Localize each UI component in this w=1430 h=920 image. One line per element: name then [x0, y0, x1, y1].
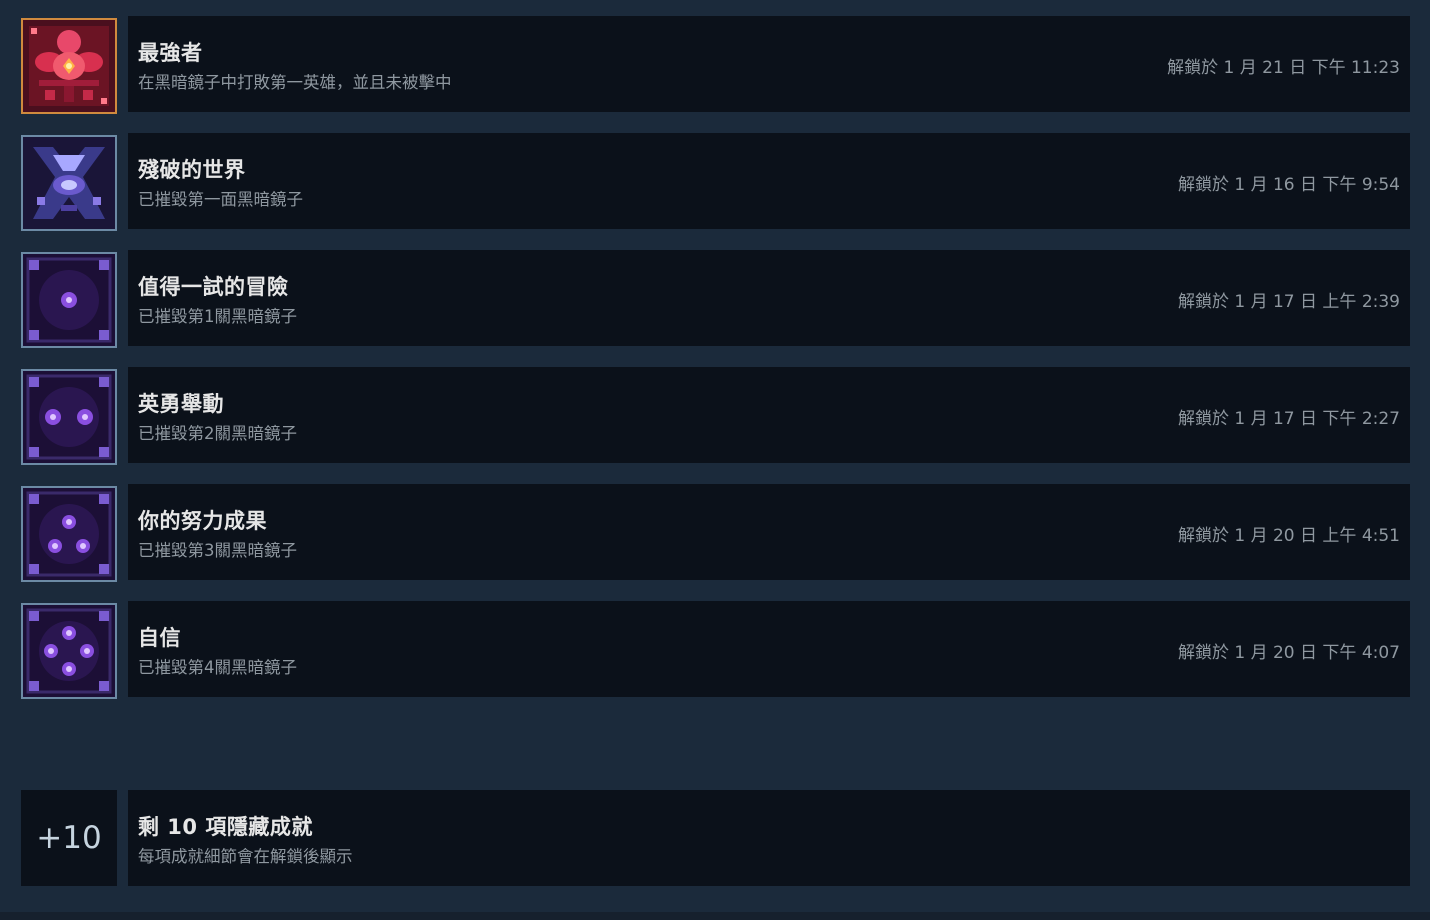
hidden-achievements-row[interactable]: +10 剩 10 項隱藏成就 每項成就細節會在解鎖後顯示 [21, 790, 1410, 886]
achievement-description: 已摧毀第4關黑暗鏡子 [138, 658, 297, 677]
achievement-title: 最強者 [138, 41, 203, 65]
achievement-row[interactable]: 值得一試的冒險 已摧毀第1關黑暗鏡子 解鎖於 1 月 17 日 上午 2:39 [21, 250, 1410, 348]
achievement-content: 值得一試的冒險 已摧毀第1關黑暗鏡子 解鎖於 1 月 17 日 上午 2:39 [128, 250, 1410, 346]
hidden-achievements-content: 剩 10 項隱藏成就 每項成就細節會在解鎖後顯示 [128, 790, 1410, 886]
achievement-row[interactable]: 最強者 在黑暗鏡子中打敗第一英雄，並且未被擊中 解鎖於 1 月 21 日 下午 … [21, 16, 1410, 114]
unlock-date: 解鎖於 1 月 21 日 下午 11:23 [1167, 58, 1400, 78]
achievement-row[interactable]: 殘破的世界 已摧毀第一面黑暗鏡子 解鎖於 1 月 16 日 下午 9:54 [21, 133, 1410, 231]
achievement-description: 已摧毀第一面黑暗鏡子 [138, 190, 303, 209]
achievement-title: 值得一試的冒險 [138, 275, 289, 299]
unlock-date: 解鎖於 1 月 20 日 下午 4:07 [1177, 643, 1400, 663]
achievement-content: 自信 已摧毀第4關黑暗鏡子 解鎖於 1 月 20 日 下午 4:07 [128, 601, 1410, 697]
achievements-panel: 最強者 在黑暗鏡子中打敗第一英雄，並且未被擊中 解鎖於 1 月 21 日 下午 … [0, 0, 1430, 912]
achievement-content: 英勇舉動 已摧毀第2關黑暗鏡子 解鎖於 1 月 17 日 下午 2:27 [128, 367, 1410, 463]
hidden-achievements-description: 每項成就細節會在解鎖後顯示 [138, 847, 353, 866]
unlock-date: 解鎖於 1 月 16 日 下午 9:54 [1177, 175, 1400, 195]
achievement-content: 殘破的世界 已摧毀第一面黑暗鏡子 解鎖於 1 月 16 日 下午 9:54 [128, 133, 1410, 229]
purple-two-orbs-icon [21, 369, 117, 465]
purple-three-orbs-icon [21, 486, 117, 582]
purple-one-orb-icon [21, 252, 117, 348]
purple-four-orbs-icon [21, 603, 117, 699]
achievement-description: 已摧毀第2關黑暗鏡子 [138, 424, 297, 443]
achievement-row[interactable]: 自信 已摧毀第4關黑暗鏡子 解鎖於 1 月 20 日 下午 4:07 [21, 601, 1410, 699]
unlock-date: 解鎖於 1 月 17 日 下午 2:27 [1177, 409, 1400, 429]
hidden-count-badge: +10 [21, 790, 117, 886]
achievement-row[interactable]: 英勇舉動 已摧毀第2關黑暗鏡子 解鎖於 1 月 17 日 下午 2:27 [21, 367, 1410, 465]
achievement-title: 殘破的世界 [138, 158, 246, 182]
achievement-content: 最強者 在黑暗鏡子中打敗第一英雄，並且未被擊中 解鎖於 1 月 21 日 下午 … [128, 16, 1410, 112]
achievement-description: 已摧毀第3關黑暗鏡子 [138, 541, 297, 560]
achievement-content: 你的努力成果 已摧毀第3關黑暗鏡子 解鎖於 1 月 20 日 上午 4:51 [128, 484, 1410, 580]
unlock-date: 解鎖於 1 月 20 日 上午 4:51 [1177, 526, 1400, 546]
shattered-crystal-icon [21, 135, 117, 231]
bottom-divider [0, 912, 1430, 920]
achievement-title: 你的努力成果 [138, 509, 267, 533]
achievement-row[interactable]: 你的努力成果 已摧毀第3關黑暗鏡子 解鎖於 1 月 20 日 上午 4:51 [21, 484, 1410, 582]
achievement-title: 自信 [138, 626, 181, 650]
achievement-description: 已摧毀第1關黑暗鏡子 [138, 307, 297, 326]
unlock-date: 解鎖於 1 月 17 日 上午 2:39 [1177, 292, 1400, 312]
achievement-title: 英勇舉動 [138, 392, 224, 416]
achievement-description: 在黑暗鏡子中打敗第一英雄，並且未被擊中 [138, 73, 452, 92]
red-demon-flower-icon [21, 18, 117, 114]
hidden-achievements-title: 剩 10 項隱藏成就 [138, 815, 313, 839]
